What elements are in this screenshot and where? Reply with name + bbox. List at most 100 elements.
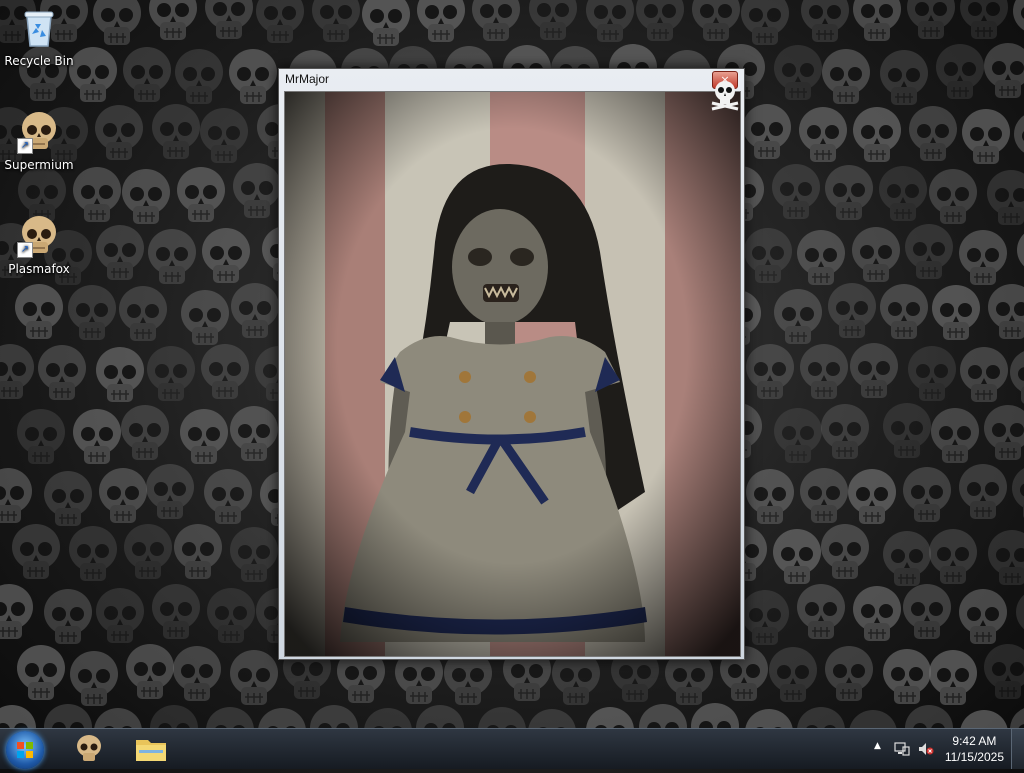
wallpaper-skull: [92, 344, 148, 408]
wallpaper-skull: [142, 461, 198, 525]
wallpaper-skull: [13, 642, 69, 706]
wallpaper-skull: [202, 704, 258, 728]
desktop-icon-recycle-bin[interactable]: Recycle Bin: [1, 6, 77, 68]
window-title: MrMajor: [279, 69, 744, 89]
wallpaper-skull: [474, 704, 530, 728]
image-content: [284, 91, 741, 657]
wallpaper-skull: [143, 343, 199, 407]
network-icon[interactable]: [894, 741, 910, 755]
wallpaper-skull: [817, 401, 873, 465]
desktop-icon-plasmafox[interactable]: ↗ Plasmafox: [1, 214, 77, 276]
wallpaper-skull: [412, 702, 468, 728]
wallpaper-skull: [983, 167, 1024, 231]
wallpaper-skull: [229, 160, 285, 224]
wallpaper-skull: [899, 581, 955, 645]
wallpaper-skull: [468, 0, 524, 47]
wallpaper-skull: [582, 704, 638, 728]
desktop-icon-supermium[interactable]: ↗ Supermium: [1, 110, 77, 172]
wallpaper-skull: [904, 343, 960, 407]
show-hidden-icons-button[interactable]: ▲: [874, 741, 881, 751]
wallpaper-skull: [226, 524, 282, 588]
windows-orb-icon[interactable]: [6, 731, 44, 769]
wallpaper-skull: [1013, 224, 1024, 288]
wallpaper-skull: [901, 221, 957, 285]
wallpaper-skull: [120, 521, 176, 585]
skull-crossbones-icon: [708, 77, 742, 111]
wallpaper-skull: [118, 166, 174, 230]
wallpaper-skull: [956, 344, 1012, 408]
wallpaper-skull: [635, 701, 691, 728]
wallpaper-skull: [687, 700, 743, 728]
wallpaper-skull: [741, 706, 797, 728]
wallpaper-skull: [742, 341, 798, 405]
wallpaper-skull: [739, 101, 795, 165]
wallpaper-skull: [34, 342, 90, 406]
wallpaper-skull: [742, 466, 798, 530]
skull-icon: ↗: [17, 214, 61, 258]
wallpaper-skull: [955, 461, 1011, 525]
wallpaper-skull: [899, 464, 955, 528]
wallpaper-skull: [980, 641, 1024, 705]
wallpaper-skull: [148, 581, 204, 645]
wallpaper-skull: [90, 705, 146, 728]
wallpaper-skull: [197, 341, 253, 405]
wallpaper-skull: [169, 643, 225, 707]
wallpaper-skull: [980, 402, 1024, 466]
image-viewer-window[interactable]: MrMajor ×: [278, 68, 745, 660]
wallpaper-skull: [818, 46, 874, 110]
wallpaper-skull: [928, 282, 984, 346]
clock[interactable]: 9:42 AM 11/15/2025: [945, 733, 1004, 765]
desktop-icon-label: Supermium: [1, 158, 77, 172]
wallpaper-skull: [845, 707, 901, 728]
wallpaper-skull: [793, 581, 849, 645]
wallpaper-skull: [849, 104, 905, 168]
wallpaper-skull: [1006, 703, 1024, 728]
wallpaper-skull: [8, 521, 64, 585]
wallpaper-skull: [901, 702, 957, 728]
wallpaper-skull: [176, 406, 232, 470]
wallpaper-skull: [413, 0, 469, 48]
wallpaper-skull: [196, 105, 252, 169]
wallpaper-skull: [821, 643, 877, 707]
wallpaper-skull: [984, 527, 1024, 591]
wallpaper-skull: [40, 586, 96, 650]
wallpaper-skull: [308, 0, 364, 48]
taskbar-explorer[interactable]: [128, 732, 174, 766]
show-desktop-button[interactable]: [1011, 729, 1024, 769]
wallpaper-skull: [227, 280, 283, 344]
wallpaper-skull: [170, 521, 226, 585]
wallpaper-skull: [144, 226, 200, 290]
clock-time: 9:42 AM: [945, 733, 1004, 749]
wallpaper-skull: [13, 406, 69, 470]
shortcut-arrow-icon: ↗: [17, 242, 33, 258]
wallpaper-skull: [198, 225, 254, 289]
wallpaper-skull: [984, 281, 1024, 345]
wallpaper-skull: [11, 281, 67, 345]
wallpaper-skull: [0, 341, 38, 405]
wallpaper-skull: [768, 161, 824, 225]
taskbar-skull-app[interactable]: [66, 732, 112, 766]
wallpaper-skull: [0, 702, 40, 728]
shortcut-arrow-icon: ↗: [17, 138, 33, 154]
wallpaper-skull: [146, 702, 202, 728]
wallpaper-skull: [1012, 586, 1024, 650]
wallpaper-skull: [226, 403, 282, 467]
wallpaper-skull: [956, 0, 1012, 45]
wallpaper-skull: [40, 701, 96, 728]
wallpaper-skull: [980, 40, 1024, 104]
volume-muted-icon[interactable]: [918, 741, 934, 755]
wallpaper-skull: [91, 102, 147, 166]
wallpaper-skull: [876, 47, 932, 111]
wallpaper-skull: [737, 587, 793, 651]
folder-icon: [128, 732, 174, 766]
wallpaper-skull: [793, 704, 849, 728]
wallpaper-skull: [92, 222, 148, 286]
wallpaper-skull: [119, 44, 175, 108]
clock-date: 11/15/2025: [945, 749, 1004, 765]
wallpaper-skull: [64, 282, 120, 346]
wallpaper-skull: [927, 405, 983, 469]
skull-icon: ↗: [17, 110, 61, 154]
wallpaper-skull: [797, 0, 853, 48]
wallpaper-skull: [1006, 346, 1024, 410]
wallpaper-skull: [1010, 108, 1024, 172]
